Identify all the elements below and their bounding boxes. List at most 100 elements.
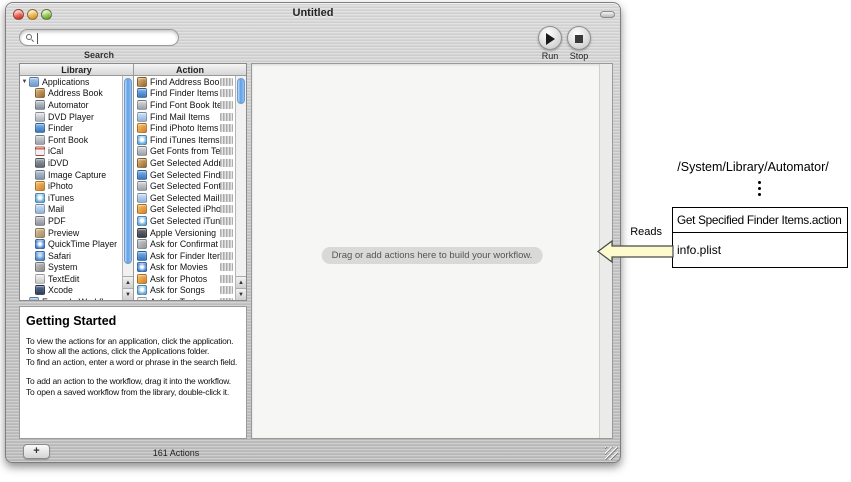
action-item[interactable]: Find Font Book Ite: [134, 99, 235, 111]
versions-icon: [137, 228, 147, 238]
action-item[interactable]: Get Fonts from Te: [134, 146, 235, 158]
library-scrollbar[interactable]: ▲ ▼: [122, 76, 133, 300]
action-item[interactable]: Find iPhoto Items: [134, 122, 235, 134]
library-item[interactable]: Mail: [20, 204, 122, 216]
library-scrollbar-thumb[interactable]: [124, 78, 132, 264]
run-button[interactable]: [538, 26, 562, 50]
action-scrollbar-thumb[interactable]: [237, 78, 245, 104]
library-item[interactable]: TextEdit: [20, 273, 122, 285]
action-item[interactable]: Find Finder Items: [134, 88, 235, 100]
font-book-icon: [137, 181, 147, 191]
action-item[interactable]: Get Selected Addr: [134, 157, 235, 169]
scroll-down-icon[interactable]: ▼: [123, 288, 133, 300]
search-input[interactable]: [19, 29, 179, 46]
scroll-down-icon[interactable]: ▼: [236, 288, 246, 300]
library-column-header[interactable]: Library: [20, 64, 133, 76]
run-button-label: Run: [535, 51, 565, 61]
action-item[interactable]: Ask for Text: [134, 296, 235, 300]
library-item[interactable]: Font Book: [20, 134, 122, 146]
action-item[interactable]: Find iTunes Items: [134, 134, 235, 146]
library-item-applications[interactable]: ▼ Applications: [20, 76, 122, 88]
library-item[interactable]: iCal: [20, 146, 122, 158]
action-item[interactable]: Find Address Boo: [134, 76, 235, 88]
reads-arrow-icon: [596, 236, 674, 267]
action-item[interactable]: Ask for Confirmat: [134, 238, 235, 250]
action-item[interactable]: Apple Versioning: [134, 227, 235, 239]
library-item[interactable]: Safari: [20, 250, 122, 262]
library-item[interactable]: Automator: [20, 99, 122, 111]
library-item[interactable]: Address Book: [20, 88, 122, 100]
dvd-player-icon: [35, 112, 45, 122]
stop-button[interactable]: [567, 26, 591, 50]
action-items: Find Address Boo Find Finder Items: [134, 76, 235, 300]
action-item-label: Find Mail Items: [150, 112, 220, 122]
library-items: Address Book Automator DVD P: [20, 88, 122, 297]
truncation-stripes: [220, 240, 233, 248]
getting-started-line: To add an action to the workflow, drag i…: [26, 376, 240, 386]
quicktime-icon: [35, 239, 45, 249]
library-item-label: Preview: [48, 228, 122, 238]
action-item-label: Get Selected iPhot: [150, 204, 220, 214]
mail-icon: [35, 204, 45, 214]
library-item-example-workflows[interactable]: ▶ Example Workflows: [20, 296, 122, 300]
truncation-stripes: [220, 182, 233, 190]
truncation-stripes: [220, 101, 233, 109]
truncation-stripes: [220, 263, 233, 271]
library-item[interactable]: Image Capture: [20, 169, 122, 181]
browser-columns: Library ▼ Applications: [19, 63, 247, 301]
search-label: Search: [19, 50, 179, 60]
mail-icon: [137, 193, 147, 203]
library-item[interactable]: iPhoto: [20, 180, 122, 192]
library-item[interactable]: Finder: [20, 122, 122, 134]
action-item-label: Get Selected iTun: [150, 216, 220, 226]
window-titlebar[interactable]: Untitled: [6, 3, 620, 25]
library-item-label: Finder: [48, 123, 122, 133]
finder-icon: [35, 123, 45, 133]
library-list: ▼ Applications Address Book: [20, 76, 122, 300]
scroll-up-icon[interactable]: ▲: [236, 276, 246, 288]
info-plist-label: info.plist: [673, 233, 847, 267]
getting-started-paragraph: To add an action to the workflow, drag i…: [26, 376, 240, 397]
reads-label: Reads: [618, 226, 662, 238]
library-item-label: Example Workflows: [42, 297, 122, 300]
resize-grip-icon[interactable]: [605, 447, 618, 460]
window-title: Untitled: [6, 7, 620, 19]
action-item[interactable]: Get Selected Finde: [134, 169, 235, 181]
action-item[interactable]: Find Mail Items: [134, 111, 235, 123]
library-item[interactable]: QuickTime Player: [20, 238, 122, 250]
actions-count: 161 Actions: [76, 448, 276, 458]
action-item[interactable]: Get Selected Font: [134, 180, 235, 192]
library-item[interactable]: System: [20, 262, 122, 274]
workflow-canvas[interactable]: Drag or add actions here to build your w…: [251, 63, 613, 439]
getting-started-title: Getting Started: [26, 314, 240, 328]
search-icon: [26, 34, 32, 40]
library-item[interactable]: Xcode: [20, 285, 122, 297]
action-column-header[interactable]: Action: [134, 64, 246, 76]
action-item[interactable]: Get Selected iPhot: [134, 204, 235, 216]
action-item[interactable]: Ask for Finder Iter: [134, 250, 235, 262]
action-scrollbar[interactable]: ▲ ▼: [235, 76, 246, 300]
truncation-stripes: [220, 205, 233, 213]
getting-started-line: To view the actions for an application, …: [26, 336, 240, 346]
truncation-stripes: [220, 194, 233, 202]
library-item[interactable]: PDF: [20, 215, 122, 227]
action-item[interactable]: Get Selected iTun: [134, 215, 235, 227]
add-workflow-button[interactable]: +: [23, 444, 50, 459]
library-item[interactable]: DVD Player: [20, 111, 122, 123]
getting-started-line: To show all the actions, click the Appli…: [26, 346, 240, 356]
disclosure-open-icon[interactable]: ▼: [20, 79, 29, 85]
library-item[interactable]: Preview: [20, 227, 122, 239]
truncation-stripes: [220, 229, 233, 237]
toolbar-toggle-button[interactable]: [600, 11, 615, 18]
library-item[interactable]: iTunes: [20, 192, 122, 204]
action-item[interactable]: Ask for Songs: [134, 285, 235, 297]
stop-button-label: Stop: [564, 51, 594, 61]
action-item[interactable]: Get Selected Mail: [134, 192, 235, 204]
scroll-up-icon[interactable]: ▲: [123, 276, 133, 288]
library-item-label: iDVD: [48, 158, 122, 168]
disclosure-closed-icon[interactable]: ▶: [20, 299, 29, 300]
action-item[interactable]: Ask for Photos: [134, 273, 235, 285]
library-item[interactable]: iDVD: [20, 157, 122, 169]
action-item[interactable]: Ask for Movies: [134, 262, 235, 274]
action-item-label: Get Fonts from Te: [150, 146, 220, 156]
